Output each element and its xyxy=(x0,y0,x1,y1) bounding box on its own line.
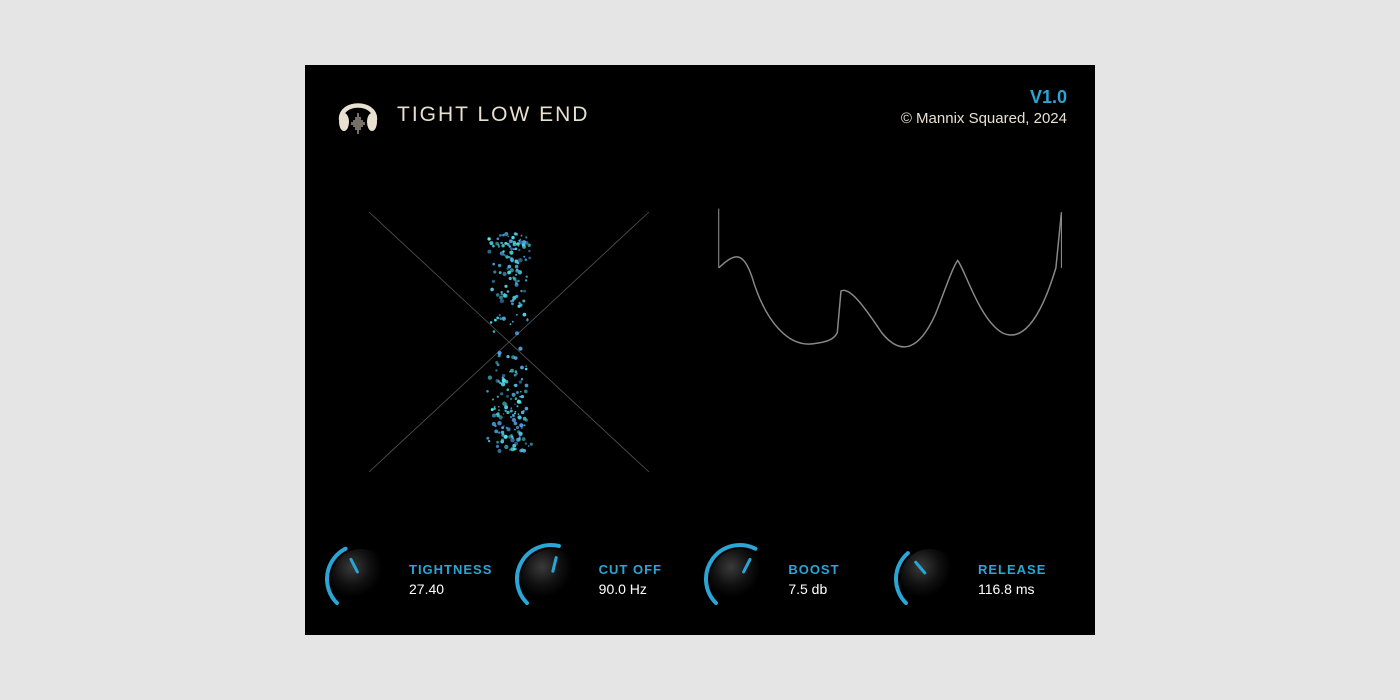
copyright-label: © Mannix Squared, 2024 xyxy=(901,110,1067,127)
boost-value: 7.5 db xyxy=(788,581,839,597)
tightness-knob[interactable] xyxy=(323,541,399,617)
header: TIGHT LOW END V1.0 © Mannix Squared, 202… xyxy=(333,87,1067,142)
plugin-title: TIGHT LOW END xyxy=(397,103,589,127)
visualizer-row xyxy=(333,192,1067,492)
waveform-display xyxy=(715,192,1067,492)
release-label: RELEASE xyxy=(978,562,1046,577)
knob-boost: BOOST 7.5 db xyxy=(702,541,887,617)
correlation-scope xyxy=(333,192,685,492)
brand: TIGHT LOW END xyxy=(333,87,589,142)
knob-cutoff: CUT OFF 90.0 Hz xyxy=(513,541,698,617)
release-knob[interactable] xyxy=(892,541,968,617)
meta: V1.0 © Mannix Squared, 2024 xyxy=(901,87,1067,127)
knob-row: TIGHTNESS 27.40 CUT OFF 90.0 Hz BOOST 7.… xyxy=(323,541,1077,617)
headphones-icon xyxy=(333,87,383,142)
cutoff-knob[interactable] xyxy=(513,541,589,617)
cutoff-label: CUT OFF xyxy=(599,562,662,577)
version-label: V1.0 xyxy=(901,87,1067,108)
tightness-value: 27.40 xyxy=(409,581,492,597)
boost-knob[interactable] xyxy=(702,541,778,617)
cutoff-value: 90.0 Hz xyxy=(599,581,662,597)
plugin-window: TIGHT LOW END V1.0 © Mannix Squared, 202… xyxy=(305,65,1095,635)
boost-label: BOOST xyxy=(788,562,839,577)
knob-release: RELEASE 116.8 ms xyxy=(892,541,1077,617)
tightness-label: TIGHTNESS xyxy=(409,562,492,577)
release-value: 116.8 ms xyxy=(978,581,1046,597)
knob-tightness: TIGHTNESS 27.40 xyxy=(323,541,508,617)
